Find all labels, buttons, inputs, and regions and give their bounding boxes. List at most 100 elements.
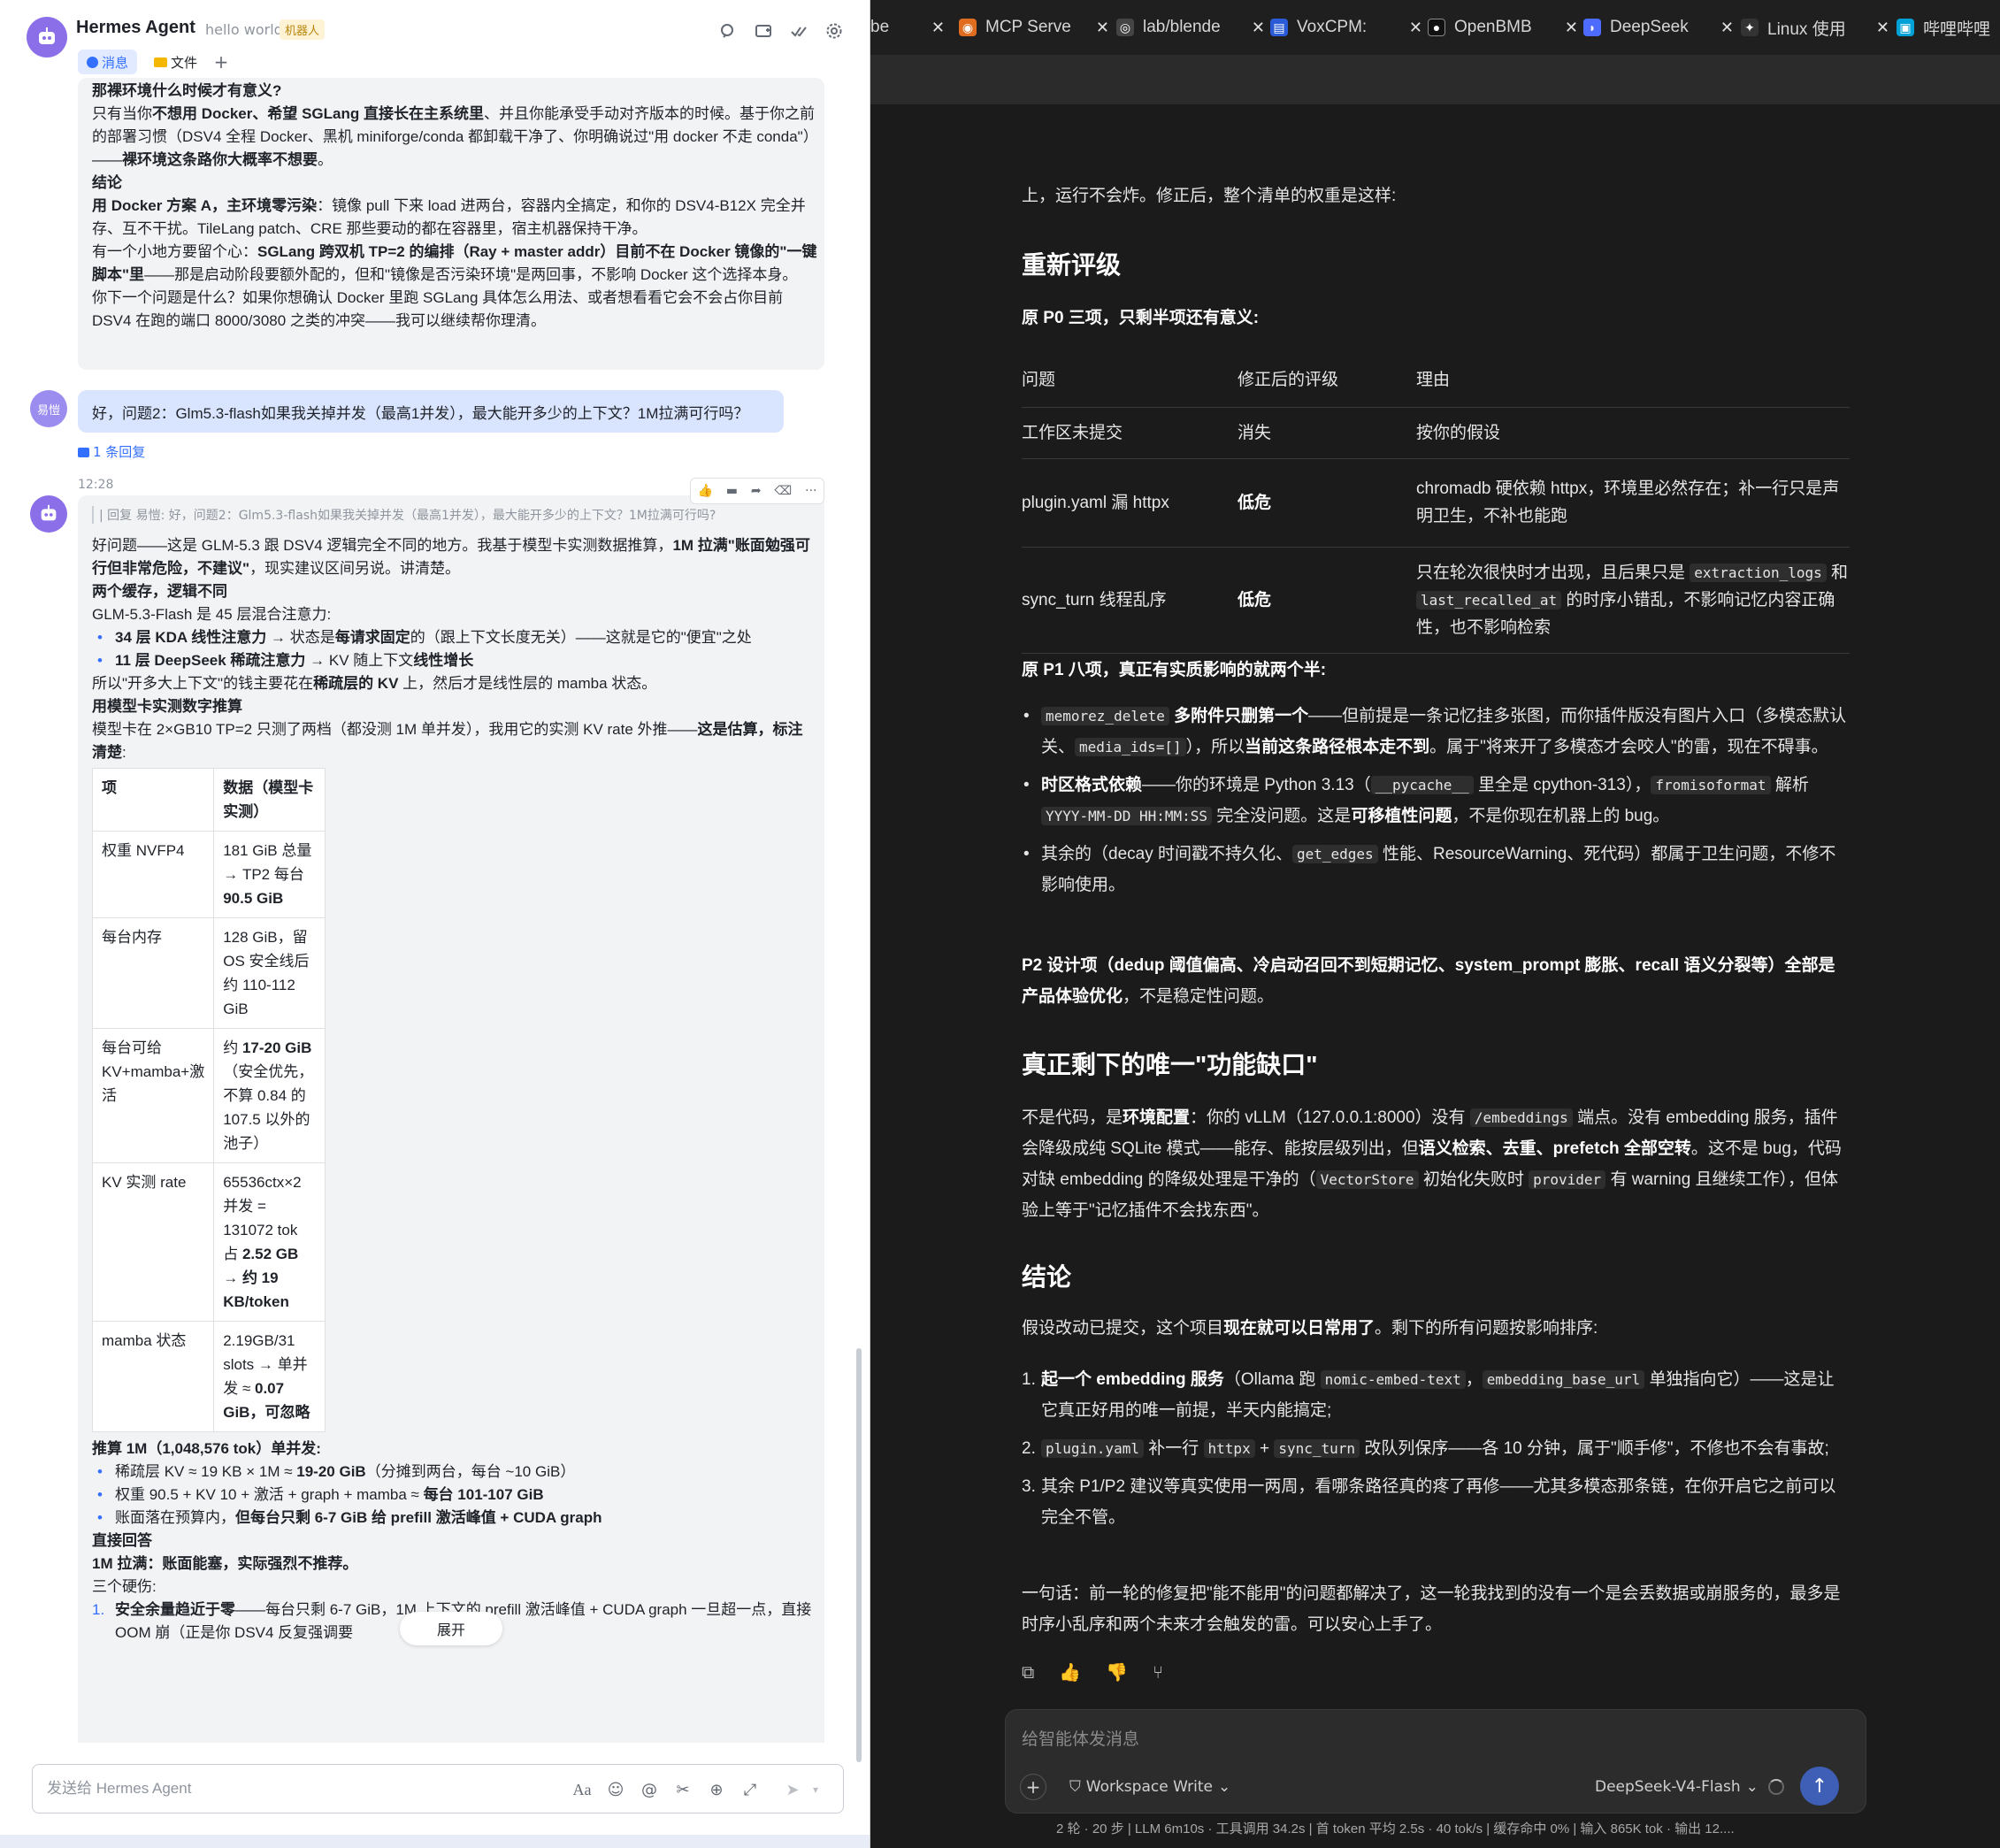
close-tab-icon[interactable]: ✕	[1096, 19, 1109, 37]
table-cell: 低危	[1238, 547, 1416, 654]
paragraph: 不是代码，是环境配置：你的 vLLM（127.0.0.1:8000）没有 /em…	[1022, 1108, 1842, 1220]
msg-paragraph: 模型卡在 2×GB10 TP=2 只测了两档（都没测 1M 单并发），我用它的实…	[92, 721, 803, 761]
table-cell: plugin.yaml 漏 httpx	[1022, 458, 1238, 548]
msg-paragraph: GLM-5.3-Flash 是 45 层混合注意力:	[92, 606, 332, 623]
tab-label: OpenBMB	[1454, 18, 1532, 36]
message-list[interactable]: 那裸环境什么时候才有意义? 只有当你不想用 Docker、希望 SGLang 直…	[0, 78, 870, 1759]
close-tab-icon[interactable]: ✕	[1252, 19, 1265, 37]
agent-message-input[interactable]	[1022, 1722, 1641, 1758]
browser-tab[interactable]: ◉ MCP Serve ✕	[959, 0, 1109, 55]
table-header-row: 项 数据（模型卡实测）	[91, 768, 326, 832]
expand-editor-icon[interactable]: ⤢	[739, 1778, 762, 1801]
close-tab-icon[interactable]: ✕	[1876, 19, 1889, 37]
add-window-icon[interactable]	[752, 19, 775, 42]
browser-tab[interactable]: be ✕	[870, 0, 945, 55]
chevron-down-icon: ⌄	[1217, 1778, 1231, 1796]
section-heading: 真正剩下的唯一"功能缺口"	[1022, 1051, 1318, 1078]
table-cell: 2.19GB/31 slots → 单并发 ≈ 0.07 GiB，可忽略	[213, 1321, 326, 1432]
attach-plus-button[interactable]: +	[1020, 1774, 1046, 1800]
browser-toolbar	[870, 55, 2000, 104]
delete-icon[interactable]: ⌫	[774, 484, 792, 498]
more-icon[interactable]: ···	[805, 484, 816, 498]
expand-button[interactable]: 展开	[400, 1612, 502, 1645]
thumbs-up-icon[interactable]: 👍	[697, 484, 712, 498]
browser-tab[interactable]: ✦ Linux 使用 ✕	[1741, 0, 1889, 55]
shield-icon: ⛉	[1069, 1778, 1081, 1796]
close-tab-icon[interactable]: ✕	[1720, 19, 1734, 37]
mention-icon[interactable]: @	[638, 1778, 661, 1801]
table-cell: 每台可给 KV+mamba+激活	[91, 1028, 215, 1163]
emoji-icon[interactable]: ☺	[604, 1778, 627, 1801]
settings-gear-icon[interactable]	[823, 19, 846, 42]
table-row: 每台可给 KV+mamba+激活 约 17-20 GiB（安全优先，不算 0.8…	[91, 1028, 326, 1163]
assistant-page: 上，运行不会炸。修正后，整个清单的权重是这样: 重新评级 原 P0 三项，只剩半…	[870, 104, 2000, 1848]
collapse-fade	[78, 1660, 824, 1743]
forward-icon[interactable]: ➦	[751, 484, 762, 498]
search-chat-icon[interactable]	[716, 19, 739, 42]
send-button[interactable]: ↑	[1800, 1767, 1839, 1806]
github-icon: ●	[1428, 19, 1445, 36]
msg-paragraph: 所以"开多大上下文"的钱主要花在稀疏层的 KV 上，然后才是线性层的 mamba…	[92, 675, 657, 692]
send-options-chevron-icon[interactable]: ▾	[804, 1778, 827, 1801]
msg-heading: 那裸环境什么时候才有意义?	[92, 82, 282, 99]
table-row: mamba 状态 2.19GB/31 slots → 单并发 ≈ 0.07 Gi…	[91, 1321, 326, 1432]
tab-label: MCP Serve	[985, 18, 1071, 36]
workspace-mode-select[interactable]: ⛉ Workspace Write ⌄	[1069, 1774, 1230, 1800]
list-item: 时区格式依赖——你的环境是 Python 3.13（__pycache__ 里全…	[1022, 770, 1850, 832]
tab-files[interactable]: 文件	[149, 50, 203, 74]
comment-icon[interactable]: ▬	[726, 484, 738, 498]
message-bubble-icon	[87, 56, 98, 68]
screen: Hermes Agent hello world 机器人 消息 文件 + 那裸环…	[0, 0, 2000, 1848]
scissors-icon[interactable]: ✂	[671, 1778, 694, 1801]
msg-list: 稀疏层 KV ≈ 19 KB × 1M ≈ 19-20 GiB（分摊到两台，每台…	[92, 1461, 817, 1530]
bot-avatar[interactable]	[27, 17, 67, 58]
browser-tab[interactable]: ▤ VoxCPM: ✕	[1270, 0, 1422, 55]
model-select[interactable]: DeepSeek-V4-Flash ⌄	[1595, 1774, 1759, 1800]
list-item: 稀疏层 KV ≈ 19 KB × 1M ≈ 19-20 GiB（分摊到两台，每台…	[92, 1461, 817, 1484]
paragraph: 原 P1 八项，真正有实质影响的就两个半:	[1022, 661, 1327, 679]
message-input[interactable]	[47, 1765, 542, 1813]
browser-tab[interactable]: ◗ DeepSeek ✕	[1583, 0, 1734, 55]
add-circle-icon[interactable]: ⊕	[705, 1778, 728, 1801]
user-avatar[interactable]: 易愷	[30, 390, 67, 427]
msg-paragraph: 有一个小地方要留个心：SGLang 跨双机 TP=2 的编排（Ray + mas…	[92, 243, 817, 283]
bilibili-icon: ▣	[1897, 19, 1914, 36]
chat-scrollbar[interactable]	[856, 1348, 862, 1762]
list-item: 账面落在预算内，但每台只剩 6-7 GiB 给 prefill 激活峰值 + C…	[92, 1507, 817, 1530]
close-tab-icon[interactable]: ✕	[1565, 19, 1578, 37]
close-tab-icon[interactable]: ✕	[1409, 19, 1422, 37]
table-header: 修正后的评级	[1238, 354, 1416, 408]
list-item: 3. 其余 P1/P2 建议等真实使用一两周，看哪条路径真的疼了再修——尤其多模态…	[1022, 1477, 1836, 1527]
list-item: 2. plugin.yaml 补一行 httpx + sync_turn 改队列保…	[1022, 1439, 1829, 1458]
thumbs-up-icon[interactable]: 👍	[1059, 1661, 1081, 1683]
reply-icon	[78, 448, 89, 457]
table-cell: 128 GiB，留 OS 安全线后约 110-112 GiB	[213, 917, 326, 1029]
close-tab-icon[interactable]: ✕	[931, 19, 945, 37]
copy-icon[interactable]: ⧉	[1022, 1661, 1034, 1683]
thread-reply-link[interactable]: 1 条回复	[78, 442, 145, 461]
branch-icon[interactable]: ⑂	[1153, 1661, 1163, 1683]
format-text-icon[interactable]: Aa	[571, 1778, 594, 1801]
blender-icon: ◉	[959, 19, 977, 36]
table-cell: 低危	[1238, 458, 1416, 548]
browser-tab[interactable]: ◎ lab/blende ✕	[1116, 0, 1265, 55]
table-cell: 只在轮次很快时才出现，且后果只是 extraction_logs 和 last_…	[1416, 547, 1850, 654]
send-icon[interactable]: ➤	[781, 1778, 804, 1801]
table-cell: mamba 状态	[91, 1321, 215, 1432]
table-cell: 消失	[1238, 407, 1416, 459]
browser-tab[interactable]: ▣ 哔哩哔哩	[1897, 0, 2000, 55]
paragraph: P2 设计项（dedup 阈值偏高、冷启动召回不到短期记忆、system_pro…	[1022, 956, 1835, 1006]
table-row: KV 实测 rate 65536ctx×2 并发 = 131072 tok 占 …	[91, 1162, 326, 1322]
tab-messages[interactable]: 消息	[78, 50, 138, 74]
add-tab-button[interactable]: +	[211, 50, 232, 74]
done-check-icon[interactable]	[787, 19, 810, 42]
browser-tab[interactable]: ● OpenBMB ✕	[1428, 0, 1578, 55]
msg-heading: 直接回答	[92, 1532, 152, 1549]
loading-spinner-icon	[1768, 1779, 1784, 1795]
chat-header: Hermes Agent hello world 机器人 消息 文件 +	[0, 0, 870, 78]
table-cell: 按你的假设	[1416, 407, 1850, 459]
list-item: 权重 90.5 + KV 10 + 激活 + graph + mamba ≈ 每…	[92, 1484, 817, 1507]
bot-avatar-small[interactable]	[30, 495, 67, 533]
table-cell: 181 GiB 总量 → TP2 每台 90.5 GiB	[213, 831, 326, 918]
thumbs-down-icon[interactable]: 👎	[1106, 1661, 1128, 1683]
